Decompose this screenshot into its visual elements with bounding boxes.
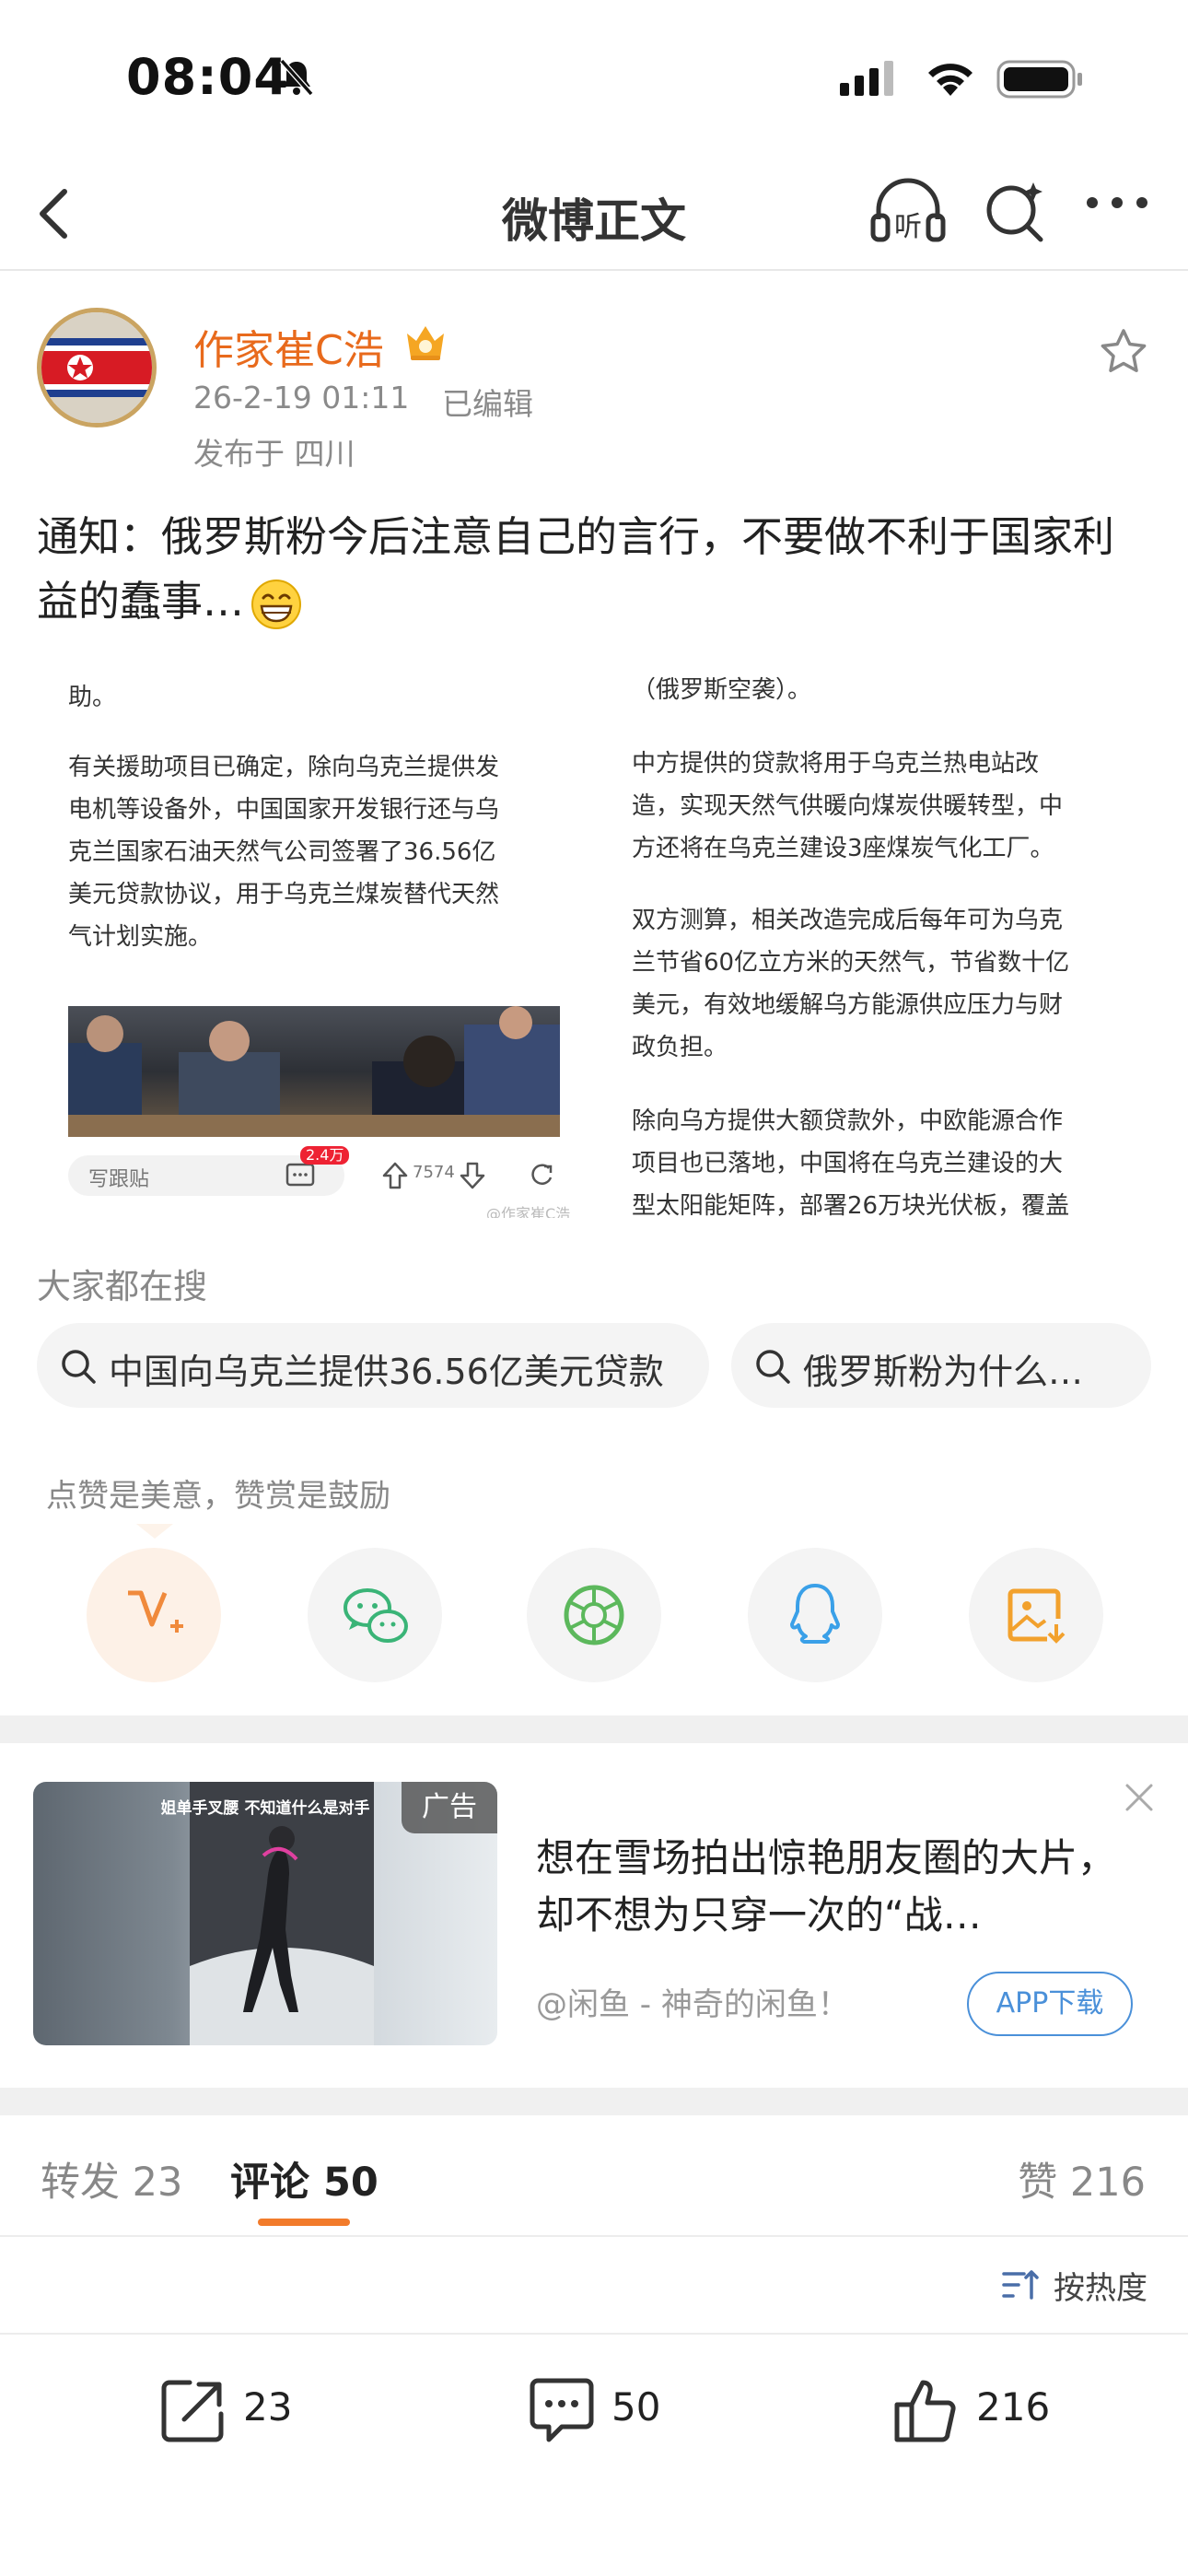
vip-crown-icon — [403, 321, 448, 363]
status-bar: 08:04 — [0, 0, 1188, 157]
reward-button[interactable] — [87, 1548, 221, 1682]
ad-tag: 广告 — [402, 1782, 497, 1833]
comment-count-badge: 2.4万 — [300, 1146, 350, 1165]
news-text-line: 有关援助项目已确定，除向乌克兰提供发 — [68, 754, 500, 781]
svg-text:听: 听 — [894, 211, 922, 243]
post-body: 通知：俄罗斯粉今后注意自己的言行，不要做不利于国家利益的蠢事… — [37, 505, 1151, 634]
thumbs-up-icon — [894, 2380, 956, 2442]
wechat-icon — [344, 1588, 408, 1643]
news-text-line: 气计划实施。 — [68, 923, 213, 951]
vote-count: 7574 — [413, 1163, 455, 1182]
news-text-line: 政负担。 — [632, 1034, 728, 1061]
reward-pointer — [136, 1524, 173, 1539]
trending-search-heading: 大家都在搜 — [37, 1267, 207, 1306]
image-watermark: @作家崔C浩 — [486, 1205, 571, 1218]
active-tab-indicator — [258, 2219, 350, 2226]
grin-emoji-icon — [250, 578, 303, 631]
status-time: 08:04 — [126, 48, 289, 106]
news-text-line: 电机等设备外，中国国家开发银行还与乌 — [68, 796, 500, 824]
news-text-line: 兰节省60亿立方米的天然气，节省数十亿 — [632, 949, 1070, 977]
trending-search-chip[interactable]: 中国向乌克兰提供36.56亿美元贷款 — [37, 1323, 709, 1408]
app-download-button[interactable]: APP下载 — [967, 1972, 1133, 2036]
news-action-bar: 写跟贴 2.4万 7574 — [68, 1146, 560, 1201]
save-image-icon — [1007, 1588, 1066, 1644]
comment-icon — [285, 1163, 315, 1187]
section-divider — [0, 1715, 1188, 1743]
repost-count: 23 — [243, 2384, 293, 2430]
post-time: 26-2-19 01:11 — [193, 380, 410, 416]
like-count: 216 — [976, 2384, 1051, 2430]
post-image-left[interactable]: 助。 有关援助项目已确定，除向乌克兰提供发 电机等设备外，中国国家开发银行还与乌… — [37, 662, 589, 1218]
battery-icon — [996, 59, 1085, 100]
news-text-line: 美元，有效地缓解乌方能源供应压力与财 — [632, 991, 1064, 1019]
news-share-icon — [531, 1164, 553, 1185]
save-image-button[interactable] — [969, 1548, 1103, 1682]
divider — [0, 2333, 1188, 2335]
ad-source: @闲鱼 - 神奇的闲鱼！ — [536, 1986, 849, 2023]
reward-hint: 点赞是美意，赞赏是鼓励 — [46, 1478, 390, 1515]
news-text-line: 克兰国家石油天然气公司签署了36.56亿 — [68, 838, 496, 866]
tab-comment[interactable]: 评论 50 — [230, 2150, 379, 2207]
silent-bell-icon — [276, 57, 317, 98]
edited-label[interactable]: 已编辑 — [442, 380, 533, 424]
news-text-line: （俄罗斯空袭）。 — [632, 676, 812, 704]
username-link[interactable]: 作家崔C浩 — [193, 317, 384, 376]
qq-icon — [790, 1584, 840, 1644]
favorite-star-icon[interactable] — [1098, 326, 1149, 378]
nav-bar: 微博正文 听 — [0, 157, 1188, 271]
ad-title[interactable]: 想在雪场拍出惊艳朋友圈的大片，却不想为只穿一次的“战… — [536, 1830, 1125, 1944]
wifi-icon — [923, 57, 978, 98]
divider — [0, 2235, 1188, 2237]
close-icon[interactable] — [1122, 1780, 1157, 1815]
cellular-signal-icon — [838, 61, 903, 98]
repost-icon — [161, 2380, 224, 2442]
moments-icon — [564, 1585, 624, 1645]
tab-repost[interactable]: 转发 23 — [41, 2150, 182, 2207]
news-text-line: 中方提供的贷款将用于乌克兰热电站改 — [632, 750, 1040, 778]
news-text-line: 助。 — [68, 684, 117, 711]
search-icon — [62, 1350, 96, 1384]
news-text-line: 除向乌方提供大额贷款外，中欧能源合作 — [632, 1107, 1064, 1135]
search-icon[interactable] — [982, 179, 1050, 247]
news-text-line: 造，实现天然气供暖向煤炭供暖转型，中 — [632, 792, 1064, 820]
news-text-line: 型太阳能矩阵，部署26万块光伏板，覆盖 — [632, 1192, 1070, 1220]
news-photo — [68, 1006, 560, 1137]
ad-image[interactable]: 姐单手叉腰 不知道什么是对手 广告 — [33, 1782, 497, 2045]
search-icon — [756, 1350, 790, 1384]
sort-by-hot-button[interactable]: 按热度 — [1054, 2263, 1147, 2308]
news-text-line: 双方测算，相关改造完成后每年可为乌克 — [632, 907, 1064, 934]
share-moments-button[interactable] — [527, 1548, 661, 1682]
share-wechat-button[interactable] — [308, 1548, 442, 1682]
news-text-line: 方还将在乌克兰建设3座煤炭气化工厂。 — [632, 835, 1054, 862]
comment-placeholder: 写跟贴 — [88, 1168, 150, 1191]
sort-icon[interactable] — [1002, 2268, 1039, 2301]
share-qq-button[interactable] — [748, 1548, 882, 1682]
comment-icon — [530, 2378, 594, 2442]
section-divider — [0, 2088, 1188, 2115]
post-image-right[interactable]: （俄罗斯空袭）。 中方提供的贷款将用于乌克兰热电站改 造，实现天然气供暖向煤炭供… — [608, 652, 1151, 1227]
chip-label: 俄罗斯粉为什么… — [803, 1352, 1084, 1392]
trending-search-chip[interactable]: 俄罗斯粉为什么… — [731, 1323, 1151, 1408]
news-text-line: 项目也已落地，中国将在乌克兰建设的大 — [632, 1150, 1064, 1177]
upvote-icon — [382, 1162, 408, 1189]
listen-icon[interactable]: 听 — [869, 177, 947, 247]
chip-label: 中国向乌克兰提供36.56亿美元贷款 — [109, 1352, 664, 1392]
post-text: 通知：俄罗斯粉今后注意自己的言行，不要做不利于国家利益的蠢事… — [37, 512, 1115, 626]
avatar[interactable] — [37, 308, 157, 427]
comment-count: 50 — [611, 2384, 661, 2430]
downvote-icon — [460, 1162, 485, 1189]
more-options-icon[interactable] — [1085, 193, 1149, 212]
tab-like[interactable]: 赞 216 — [1018, 2150, 1146, 2207]
reward-v-icon — [128, 1590, 183, 1633]
post-location: 发布于 四川 — [193, 436, 355, 472]
news-text-line: 美元贷款协议，用于乌克兰煤炭替代天然 — [68, 881, 500, 908]
